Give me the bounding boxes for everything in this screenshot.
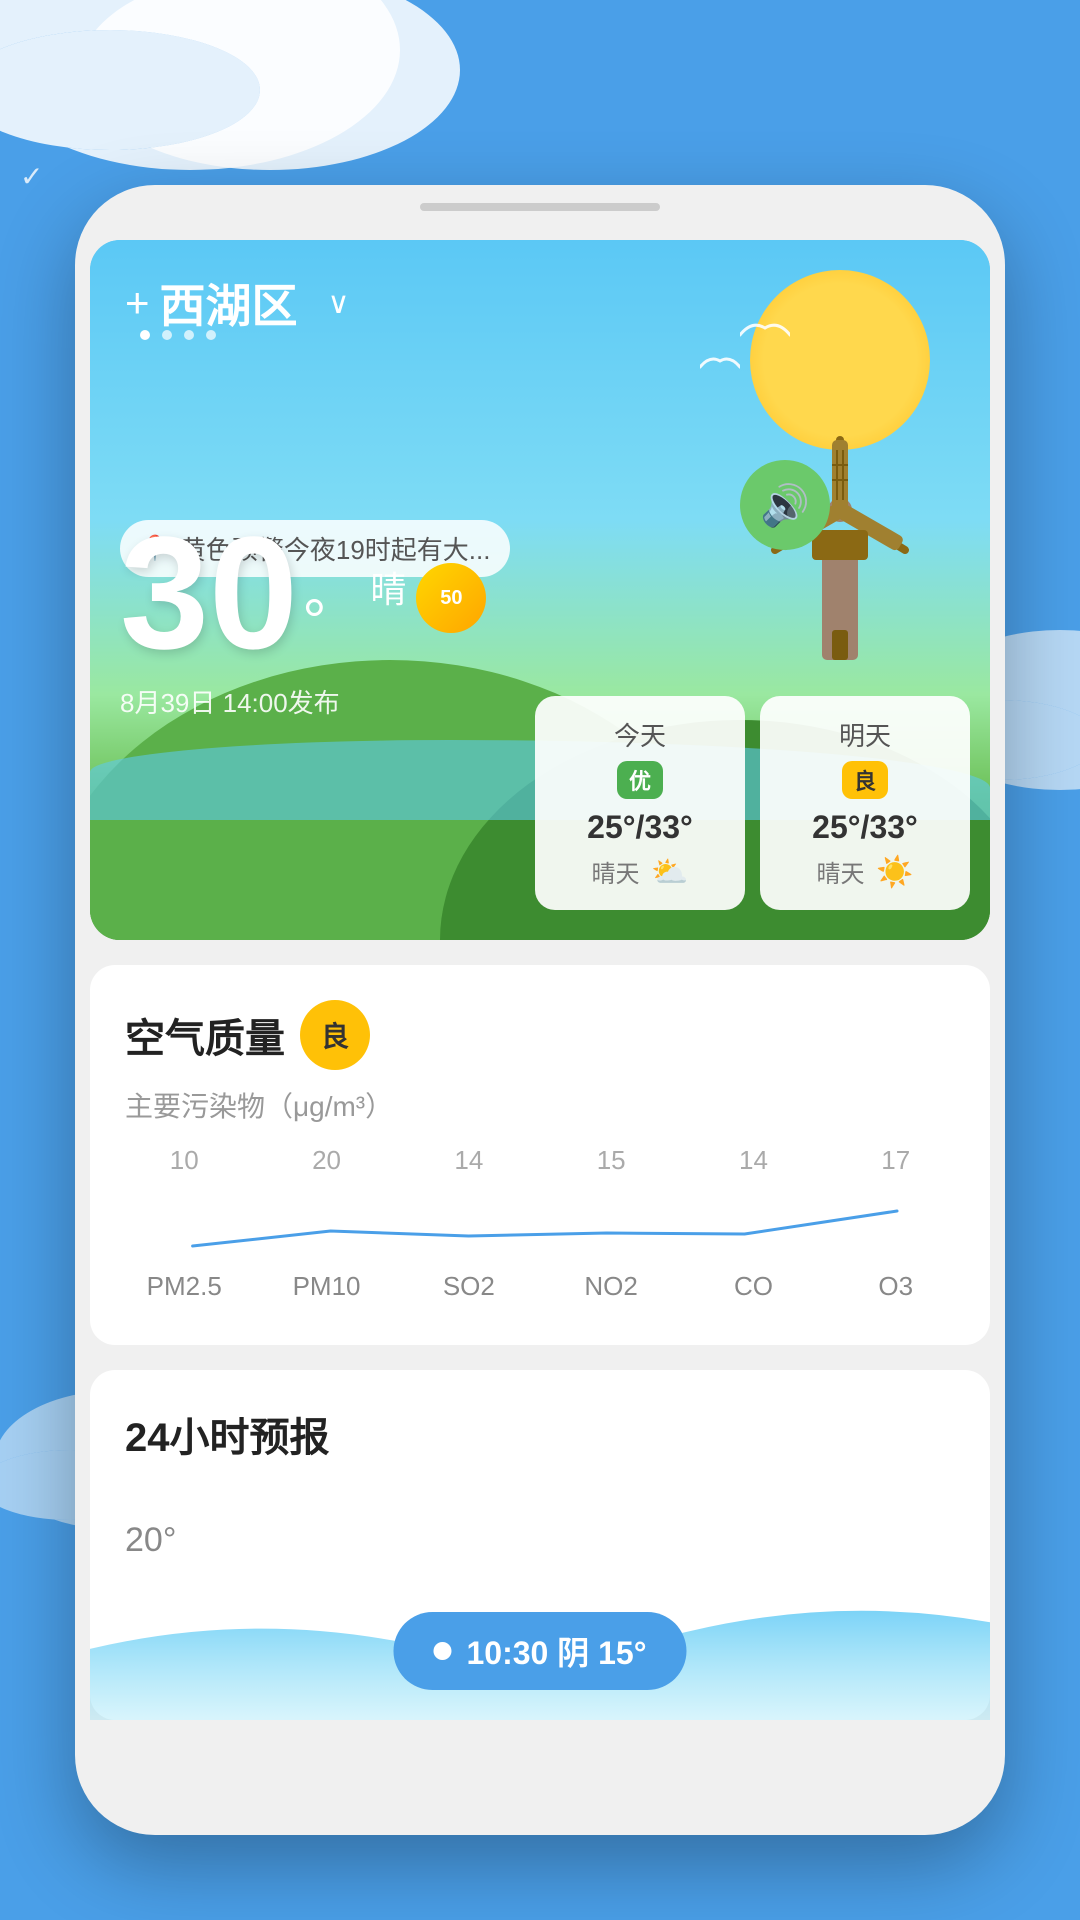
today-forecast-card[interactable]: 今天 优 25°/33° 晴天 ⛅ (535, 696, 745, 910)
today-aqi-badge: 优 (617, 761, 663, 799)
dot-4 (206, 330, 216, 340)
today-weather-icon: ⛅ (651, 856, 688, 889)
lbl-so2: SO2 (410, 1271, 529, 1302)
temperature-display: 30 ° 晴 50 8月39日 14:00发布 (120, 513, 340, 720)
val-co: 14 (694, 1145, 813, 1176)
chart-labels-row: PM2.5 PM10 SO2 NO2 CO O3 (125, 1271, 955, 1302)
val-o3: 17 (836, 1145, 955, 1176)
lbl-no2: NO2 (552, 1271, 671, 1302)
temperature-value: 30 (120, 503, 298, 682)
add-location-button[interactable]: + (125, 282, 150, 324)
phone-notch (420, 203, 660, 211)
bg-bird-1: ✓ (20, 160, 43, 193)
today-temp: 25°/33° (560, 809, 720, 846)
val-so2: 14 (410, 1145, 529, 1176)
tomorrow-forecast-card[interactable]: 明天 良 25°/33° 晴天 ☀️ (760, 696, 970, 910)
air-quality-badge: 良 (300, 1000, 370, 1070)
time-indicator-dot (433, 1642, 451, 1660)
time-text: 10:30 阴 15° (466, 1628, 646, 1674)
card-bird-1 (740, 320, 790, 352)
forecast-24-card: 24小时预报 20° 10:30 阴 15° (90, 1370, 990, 1720)
chevron-down-icon[interactable]: ∨ (328, 286, 350, 321)
forecast-cards: 今天 优 25°/33° 晴天 ⛅ 明天 良 25°/33° 晴天 ☀️ (535, 696, 970, 910)
weather-condition: 晴 (370, 561, 406, 613)
speaker-button[interactable]: 🔊 (740, 460, 830, 550)
dot-1 (140, 330, 150, 340)
lbl-pm10: PM10 (267, 1271, 386, 1302)
location-dots (140, 330, 216, 340)
temp-baseline: 20° (125, 1521, 176, 1560)
time-badge: 10:30 阴 15° (393, 1612, 686, 1690)
chart-values-row: 10 20 14 15 14 17 (125, 1145, 955, 1176)
val-pm10: 20 (267, 1145, 386, 1176)
location-name: 西湖区 (160, 270, 298, 336)
weather-card: + 西湖区 ∨ 🔊 📍 黄色预警今夜19时起有大... 30 ° 晴 50 (90, 240, 990, 940)
dot-2 (162, 330, 172, 340)
phone-frame: + 西湖区 ∨ 🔊 📍 黄色预警今夜19时起有大... 30 ° 晴 50 (75, 185, 1005, 1835)
tomorrow-label: 明天 (785, 716, 945, 753)
tomorrow-aqi-badge: 良 (842, 761, 888, 799)
lbl-pm25: PM2.5 (125, 1271, 244, 1302)
publish-time: 8月39日 14:00发布 (120, 683, 340, 720)
chart-line (125, 1181, 955, 1261)
location-header: + 西湖区 ∨ (125, 270, 350, 336)
tomorrow-condition: 晴天 ☀️ (785, 854, 945, 890)
val-no2: 15 (552, 1145, 671, 1176)
aqi-badge: 50 (416, 563, 486, 633)
speaker-icon: 🔊 (760, 482, 810, 529)
tomorrow-temp: 25°/33° (785, 809, 945, 846)
today-condition: 晴天 ⛅ (560, 854, 720, 890)
today-label: 今天 (560, 716, 720, 753)
background-cloud-1 (0, 30, 260, 150)
air-quality-title: 空气质量 良 (125, 1000, 955, 1070)
air-quality-chart: 10 20 14 15 14 17 PM2.5 PM10 SO2 NO2 CO … (125, 1145, 955, 1325)
tomorrow-weather-icon: ☀️ (876, 856, 913, 889)
air-quality-card: 空气质量 良 主要污染物（μg/m³） 10 20 14 15 14 17 PM… (90, 965, 990, 1345)
val-pm25: 10 (125, 1145, 244, 1176)
forecast-24-title: 24小时预报 (125, 1405, 955, 1463)
dot-3 (184, 330, 194, 340)
lbl-o3: O3 (836, 1271, 955, 1302)
degree-symbol: ° (302, 588, 326, 655)
pollutant-label: 主要污染物（μg/m³） (125, 1085, 955, 1125)
lbl-co: CO (694, 1271, 813, 1302)
card-bird-2 (700, 350, 740, 382)
